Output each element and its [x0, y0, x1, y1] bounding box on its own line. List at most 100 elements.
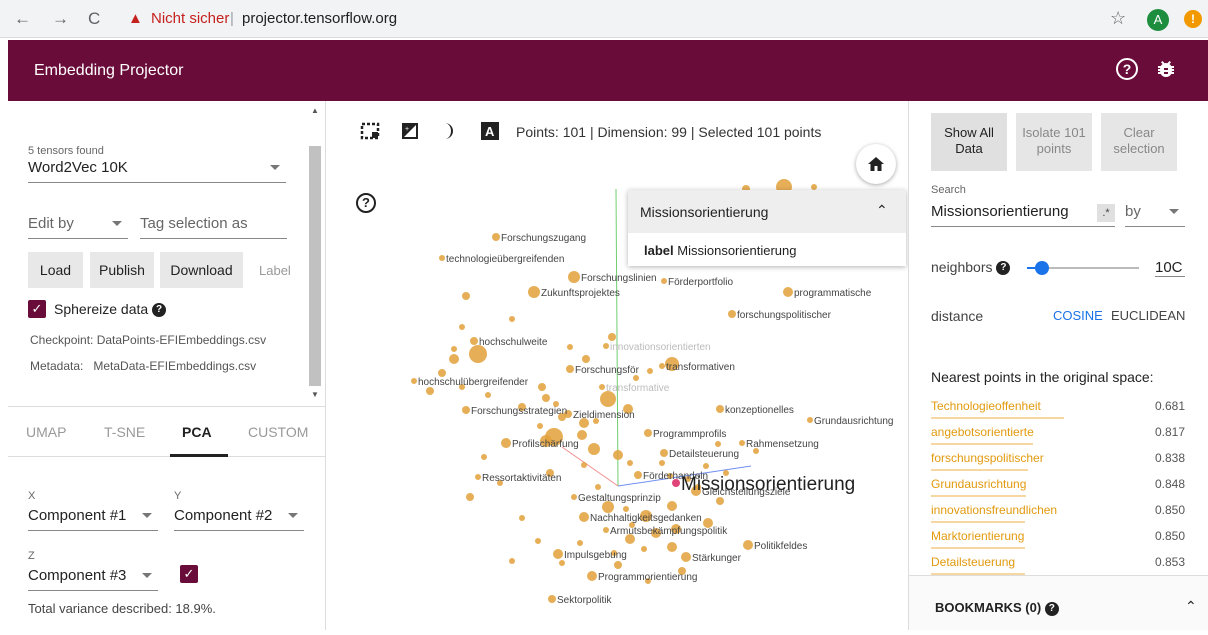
- bounding-box-select-icon[interactable]: [360, 121, 380, 141]
- extension-icon[interactable]: !: [1184, 10, 1202, 28]
- clear-selection-button[interactable]: Clear selection: [1101, 113, 1177, 171]
- data-point[interactable]: [462, 406, 470, 414]
- chevron-up-icon[interactable]: ⌃: [1185, 598, 1197, 615]
- data-point[interactable]: [659, 460, 665, 466]
- data-point[interactable]: [509, 316, 515, 322]
- data-point[interactable]: [581, 462, 587, 468]
- nearest-point-label[interactable]: Marktorientierung: [931, 529, 1024, 543]
- data-point[interactable]: [660, 449, 668, 457]
- data-point[interactable]: [783, 287, 793, 297]
- data-point[interactable]: [647, 368, 653, 374]
- data-point[interactable]: [501, 438, 511, 448]
- data-point[interactable]: [577, 540, 583, 546]
- data-point[interactable]: [571, 494, 577, 500]
- data-point[interactable]: [519, 515, 525, 521]
- cosine-option[interactable]: COSINE: [1053, 308, 1103, 323]
- z-component-select[interactable]: Component #3: [28, 567, 158, 591]
- data-point[interactable]: [579, 512, 589, 522]
- data-point[interactable]: [603, 343, 609, 349]
- data-point[interactable]: [485, 392, 491, 398]
- bug-report-icon[interactable]: [1154, 58, 1178, 82]
- data-point[interactable]: [475, 474, 481, 480]
- data-point[interactable]: [466, 493, 474, 501]
- data-point[interactable]: [644, 429, 652, 437]
- nearest-point-label[interactable]: forschungspolitischer: [931, 451, 1044, 465]
- data-point[interactable]: [535, 538, 541, 544]
- scroll-thumb[interactable]: [309, 146, 321, 386]
- data-point[interactable]: [548, 595, 556, 603]
- show-all-data-button[interactable]: Show All Data: [931, 113, 1007, 171]
- moon-icon[interactable]: [438, 121, 458, 141]
- data-point[interactable]: [462, 292, 470, 300]
- chevron-up-icon[interactable]: ⌃: [876, 202, 888, 219]
- data-point[interactable]: [599, 384, 605, 390]
- data-point[interactable]: [739, 440, 745, 446]
- nearest-point-label[interactable]: Technologieoffenheit: [931, 399, 1041, 413]
- data-point[interactable]: [492, 233, 500, 241]
- tensor-select[interactable]: Word2Vec 10K: [28, 159, 286, 183]
- nearest-point-row[interactable]: Technologieoffenheit 0.681: [931, 399, 1185, 423]
- data-point[interactable]: [481, 454, 487, 460]
- publish-button[interactable]: Publish: [90, 252, 154, 288]
- data-point[interactable]: [667, 542, 677, 552]
- back-icon[interactable]: ←: [14, 9, 31, 29]
- data-point[interactable]: [659, 363, 665, 369]
- night-mode-icon[interactable]: +: [400, 121, 420, 141]
- data-point[interactable]: [627, 460, 633, 466]
- data-point[interactable]: [716, 405, 724, 413]
- avatar[interactable]: A: [1147, 9, 1169, 31]
- address-bar[interactable]: ▲ Nicht sicher | projector.tensorflow.or…: [118, 5, 1136, 33]
- download-button[interactable]: Download: [160, 252, 243, 288]
- scrollbar[interactable]: ▲ ▼: [308, 106, 322, 399]
- data-point[interactable]: [703, 463, 709, 469]
- data-point[interactable]: [613, 450, 623, 460]
- search-by-select[interactable]: by: [1125, 203, 1185, 227]
- data-point[interactable]: [634, 471, 642, 479]
- nearest-point-row[interactable]: innovationsfreundlichen 0.850: [931, 503, 1185, 527]
- nearest-point-label[interactable]: innovationsfreundlichen: [931, 503, 1057, 517]
- data-point[interactable]: [661, 278, 667, 284]
- data-point[interactable]: [459, 324, 465, 330]
- euclidean-option[interactable]: EUCLIDEAN: [1111, 308, 1185, 323]
- data-point[interactable]: [528, 286, 540, 298]
- x-component-select[interactable]: Component #1: [28, 507, 158, 531]
- data-point[interactable]: [542, 394, 550, 402]
- help-icon[interactable]: ?: [1116, 58, 1138, 80]
- selected-point[interactable]: [672, 479, 680, 487]
- data-point[interactable]: [595, 484, 601, 490]
- data-point[interactable]: [538, 383, 546, 391]
- data-point[interactable]: [509, 558, 515, 564]
- data-point[interactable]: [681, 552, 691, 562]
- bookmarks-bar[interactable]: BOOKMARKS (0) ? ⌃: [909, 575, 1208, 630]
- data-point[interactable]: [614, 561, 622, 569]
- neighbors-slider-knob[interactable]: [1035, 261, 1049, 275]
- bookmark-star-icon[interactable]: ☆: [1110, 8, 1126, 29]
- scroll-up-icon[interactable]: ▲: [311, 106, 319, 115]
- data-point[interactable]: [449, 354, 459, 364]
- nearest-point-label[interactable]: angebotsorientierte: [931, 425, 1034, 439]
- data-point[interactable]: [582, 355, 590, 363]
- data-point[interactable]: [553, 549, 563, 559]
- nearest-point-label[interactable]: Detailsteuerung: [931, 555, 1015, 569]
- label-button[interactable]: Label: [259, 263, 291, 278]
- data-point[interactable]: [566, 365, 574, 373]
- load-button[interactable]: Load: [28, 252, 83, 288]
- data-point[interactable]: [451, 346, 457, 352]
- z-enabled-checkbox[interactable]: ✓: [180, 565, 198, 583]
- isolate-points-button[interactable]: Isolate 101 points: [1016, 113, 1092, 171]
- search-input[interactable]: Missionsorientierung: [931, 203, 1115, 227]
- data-point[interactable]: [568, 271, 580, 283]
- data-point[interactable]: [587, 571, 597, 581]
- tab-umap[interactable]: UMAP: [26, 424, 66, 440]
- tag-selection-input[interactable]: Tag selection as: [140, 215, 287, 239]
- data-point[interactable]: [588, 443, 600, 455]
- nearest-point-label[interactable]: Grundausrichtung: [931, 477, 1026, 491]
- reset-view-button[interactable]: [856, 144, 896, 184]
- neighbors-input[interactable]: 10C: [1155, 259, 1185, 277]
- regex-toggle[interactable]: .*: [1097, 204, 1115, 222]
- data-point[interactable]: [537, 423, 543, 429]
- data-point[interactable]: [667, 501, 677, 511]
- data-point[interactable]: [716, 497, 724, 505]
- nearest-point-row[interactable]: Grundausrichtung 0.848: [931, 477, 1185, 501]
- data-point[interactable]: [439, 255, 445, 261]
